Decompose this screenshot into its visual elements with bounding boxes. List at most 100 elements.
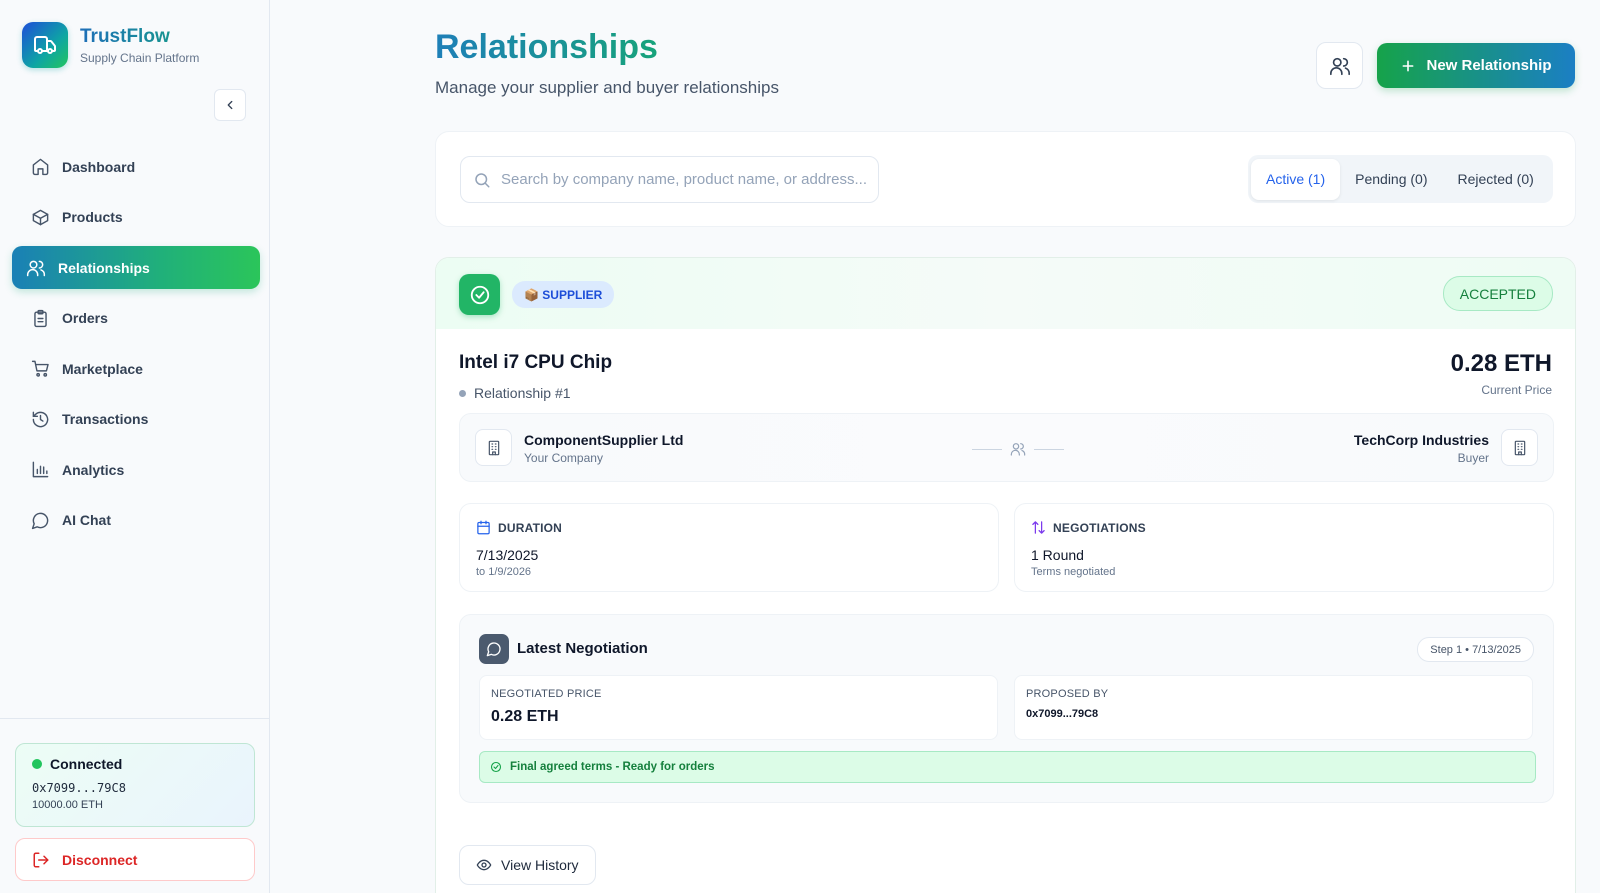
negotiated-price-value: 0.28 ETH (491, 708, 559, 725)
search-box (460, 156, 879, 203)
search-icon (475, 172, 490, 187)
negotiated-price-label: NEGOTIATED PRICE (491, 688, 602, 700)
wallet-card: Connected 0x7099...79C8 10000.00 ETH (15, 743, 255, 827)
current-price-label: Current Price (1481, 383, 1552, 397)
sidebar-item-label: AI Chat (62, 512, 111, 528)
negotiations-sub: Terms negotiated (1031, 566, 1116, 578)
wallet-status: Connected (50, 756, 123, 772)
status-badge: ACCEPTED (1442, 276, 1553, 311)
supplier-role: Your Company (524, 451, 603, 465)
bar-chart-icon (32, 461, 49, 478)
sidebar-item-products[interactable]: Products (12, 196, 260, 239)
page-title: Relationships (435, 28, 658, 66)
sidebar-item-dashboard[interactable]: Dashboard (12, 145, 260, 188)
buyer-name: TechCorp Industries (1353, 432, 1489, 448)
sidebar-item-label: Dashboard (62, 158, 136, 175)
search-input[interactable] (501, 171, 871, 188)
sidebar-item-label: Orders (62, 310, 108, 326)
sidebar: TrustFlow Supply Chain Platform Dashboar… (0, 0, 270, 893)
supplier-party: ComponentSupplier Ltd Your Company (524, 432, 683, 465)
chat-icon (31, 512, 49, 529)
relationship-card-header: 📦 SUPPLIER ACCEPTED (436, 258, 1575, 329)
page-subtitle: Manage your supplier and buyer relations… (435, 78, 779, 97)
new-relationship-label: New Relationship (1426, 57, 1552, 74)
party-link (972, 441, 1064, 457)
plus-icon (1403, 60, 1414, 71)
tab-pending[interactable]: Pending (0) (1340, 159, 1442, 200)
duration-box: DURATION 7/13/2025 to 1/9/2026 (459, 503, 999, 592)
connected-indicator (32, 759, 42, 769)
users-icon (1329, 57, 1350, 75)
building-icon (1501, 429, 1538, 466)
disconnect-label: Disconnect (62, 851, 138, 868)
clipboard-icon (34, 309, 47, 327)
app-name: TrustFlow (80, 26, 199, 48)
chevron-left-icon (227, 100, 233, 110)
buyer-party: TechCorp Industries Buyer (1354, 432, 1489, 465)
users-icon (1010, 443, 1026, 456)
wallet-balance: 10000.00 ETH (32, 799, 103, 811)
brand: TrustFlow Supply Chain Platform (22, 22, 199, 68)
relationship-id: Relationship #1 (459, 385, 571, 401)
proposed-by-value: 0x7099...79C8 (1026, 708, 1099, 720)
calendar-icon (477, 520, 490, 535)
tab-rejected[interactable]: Rejected (0) (1443, 159, 1549, 200)
status-tabs: Active (1) Pending (0) Rejected (0) (1248, 155, 1553, 203)
chat-icon (479, 634, 509, 664)
latest-negotiation-panel: Latest Negotiation Step 1 • 7/13/2025 NE… (459, 614, 1554, 803)
check-circle-icon (459, 274, 500, 315)
logout-icon (33, 852, 49, 867)
disconnect-button[interactable]: Disconnect (15, 838, 255, 881)
latest-negotiation-title: Latest Negotiation (517, 640, 648, 657)
product-name: Intel i7 CPU Chip (459, 352, 613, 373)
duration-label: DURATION (498, 520, 563, 535)
duration-end: to 1/9/2026 (476, 566, 532, 578)
sidebar-item-label: Analytics (62, 461, 125, 478)
tab-active[interactable]: Active (1) (1251, 158, 1341, 200)
relationship-card: 📦 SUPPLIER ACCEPTED Intel i7 CPU Chip Re… (435, 257, 1576, 893)
view-history-label: View History (501, 857, 579, 873)
filter-card: Active (1) Pending (0) Rejected (0) (435, 131, 1576, 227)
parties-row: ComponentSupplier Ltd Your Company TechC… (459, 413, 1554, 482)
proposed-by-box: PROPOSED BY 0x7099...79C8 (1014, 675, 1533, 740)
sidebar-item-relationships[interactable]: Relationships (12, 246, 260, 289)
eye-icon (476, 859, 492, 871)
step-badge: Step 1 • 7/13/2025 (1417, 637, 1534, 662)
bullet-dot (459, 389, 466, 397)
negotiations-count: 1 Round (1031, 547, 1084, 563)
collapse-sidebar-button[interactable] (214, 89, 246, 121)
final-terms-banner: Final agreed terms - Ready for orders (479, 751, 1536, 783)
history-icon (32, 411, 49, 427)
truck-icon (22, 22, 68, 68)
new-relationship-button[interactable]: New Relationship (1377, 43, 1575, 88)
sidebar-item-orders[interactable]: Orders (12, 297, 260, 340)
negotiated-price-box: NEGOTIATED PRICE 0.28 ETH (479, 675, 998, 740)
sidebar-nav: Dashboard Products Relationships Orders … (12, 145, 260, 549)
sidebar-item-label: Products (62, 209, 123, 225)
current-price: 0.28 ETH (1450, 350, 1552, 377)
sidebar-item-analytics[interactable]: Analytics (12, 448, 260, 491)
duration-start: 7/13/2025 (476, 547, 539, 563)
building-icon (475, 429, 512, 466)
package-icon (32, 209, 49, 225)
cart-icon (31, 360, 49, 377)
sidebar-item-ai-chat[interactable]: AI Chat (12, 499, 260, 542)
check-circle-icon (490, 761, 502, 773)
negotiations-box: NEGOTIATIONS 1 Round Terms negotiated (1014, 503, 1554, 592)
sidebar-item-label: Marketplace (62, 360, 143, 377)
users-icon (26, 260, 46, 276)
role-badge: 📦 SUPPLIER (512, 281, 615, 308)
sidebar-item-label: Relationships (58, 259, 150, 276)
buyer-role: Buyer (1457, 451, 1489, 465)
wallet-address: 0x7099...79C8 (32, 781, 126, 795)
sidebar-item-transactions[interactable]: Transactions (12, 398, 260, 441)
arrows-up-down-icon (1032, 521, 1045, 534)
relationship-id-label: Relationship #1 (474, 385, 571, 401)
sidebar-item-marketplace[interactable]: Marketplace (12, 347, 260, 390)
network-button[interactable] (1316, 42, 1363, 89)
sidebar-item-label: Transactions (62, 411, 149, 427)
proposed-by-label: PROPOSED BY (1026, 688, 1109, 700)
view-history-button[interactable]: View History (459, 845, 596, 885)
final-terms-text: Final agreed terms - Ready for orders (510, 761, 715, 773)
app-subtitle: Supply Chain Platform (80, 50, 200, 65)
